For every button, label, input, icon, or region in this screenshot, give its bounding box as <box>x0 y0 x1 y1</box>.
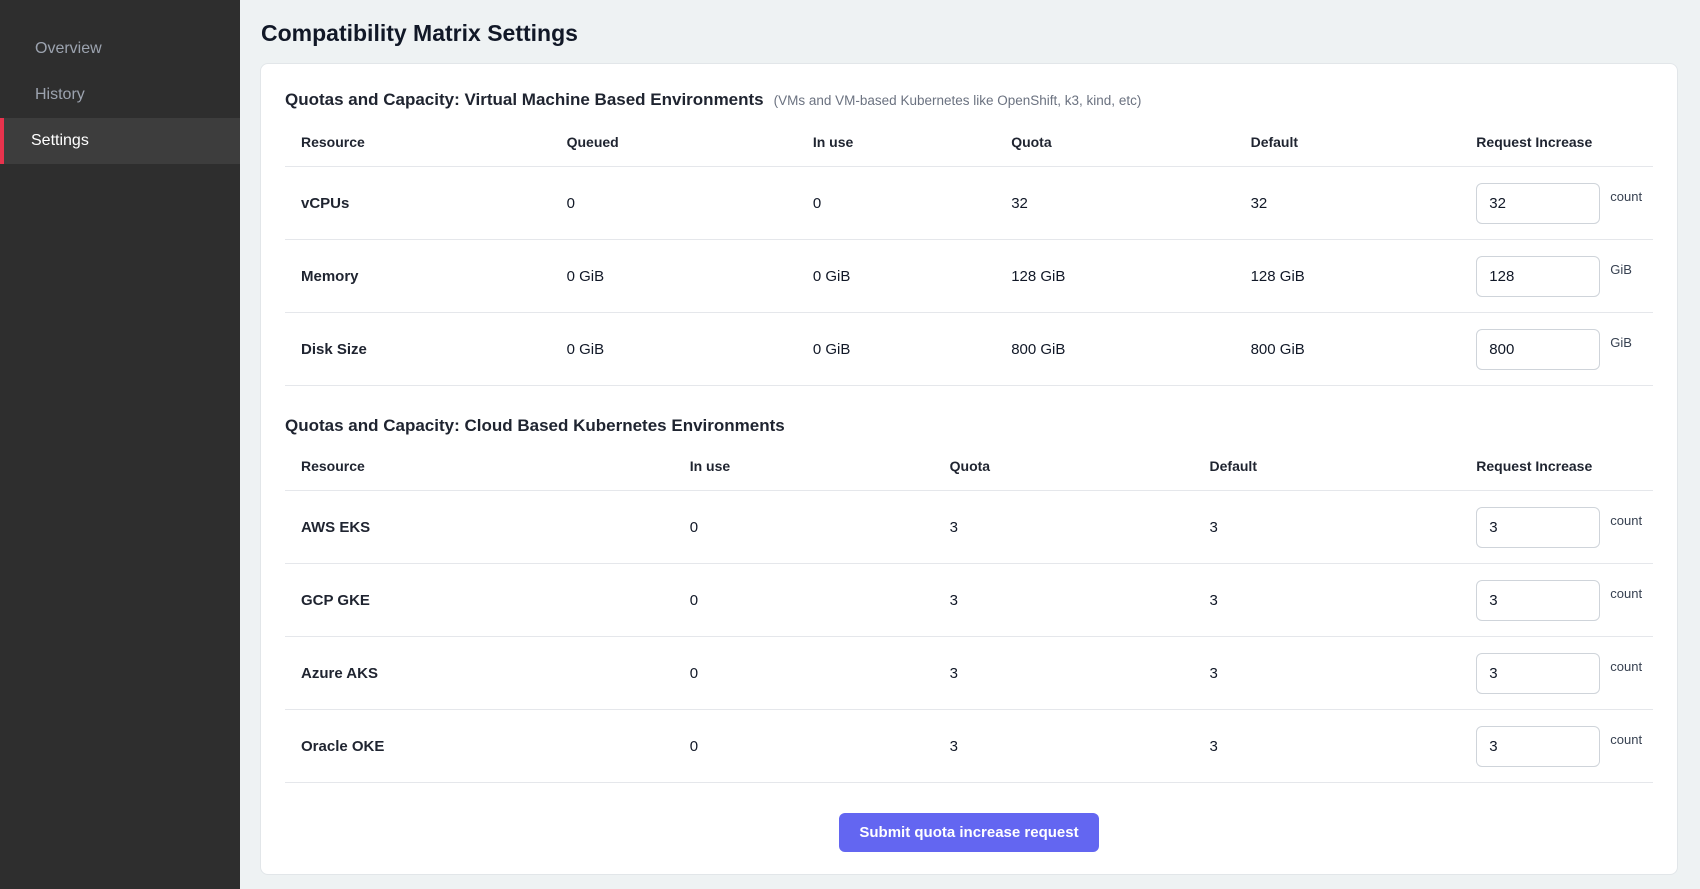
quota-value: 3 <box>942 637 1202 710</box>
k8s-section-title: Quotas and Capacity: Cloud Based Kuberne… <box>285 416 785 436</box>
column-header-quota: Quota <box>942 448 1202 491</box>
default-value: 3 <box>1202 491 1469 564</box>
resource-name: AWS EKS <box>285 491 682 564</box>
request-increase-cell: GiB <box>1468 313 1653 386</box>
in-use-value: 0 <box>682 564 942 637</box>
oracle-oke-request-input[interactable] <box>1476 726 1600 767</box>
main-content: Compatibility Matrix Settings Quotas and… <box>240 0 1700 889</box>
request-increase-cell: count <box>1468 710 1653 783</box>
resource-name: Azure AKS <box>285 637 682 710</box>
table-row-disk-size: Disk Size 0 GiB 0 GiB 800 GiB 800 GiB Gi… <box>285 313 1653 386</box>
column-header-in-use: In use <box>805 124 1003 167</box>
queued-value: 0 GiB <box>559 313 805 386</box>
table-row-memory: Memory 0 GiB 0 GiB 128 GiB 128 GiB GiB <box>285 240 1653 313</box>
sidebar-item-history[interactable]: History <box>0 72 240 118</box>
request-increase-cell: count <box>1468 167 1653 240</box>
default-value: 3 <box>1202 710 1469 783</box>
vm-section-subtitle: (VMs and VM-based Kubernetes like OpenSh… <box>774 93 1142 108</box>
in-use-value: 0 <box>805 167 1003 240</box>
column-header-default: Default <box>1243 124 1469 167</box>
sidebar-item-settings[interactable]: Settings <box>0 118 240 164</box>
in-use-value: 0 <box>682 710 942 783</box>
in-use-value: 0 <box>682 491 942 564</box>
default-value: 128 GiB <box>1243 240 1469 313</box>
unit-label: count <box>1610 513 1642 528</box>
page-title: Compatibility Matrix Settings <box>261 20 1678 47</box>
k8s-section-header: Quotas and Capacity: Cloud Based Kuberne… <box>285 416 1653 436</box>
vm-table-header-row: Resource Queued In use Quota Default Req… <box>285 124 1653 167</box>
default-value: 800 GiB <box>1243 313 1469 386</box>
request-increase-cell: GiB <box>1468 240 1653 313</box>
column-header-quota: Quota <box>1003 124 1242 167</box>
resource-name: GCP GKE <box>285 564 682 637</box>
submit-button-row: Submit quota increase request <box>285 813 1653 852</box>
resource-name: Oracle OKE <box>285 710 682 783</box>
aws-eks-request-input[interactable] <box>1476 507 1600 548</box>
unit-label: GiB <box>1610 335 1632 350</box>
quota-settings-card: Quotas and Capacity: Virtual Machine Bas… <box>260 63 1678 875</box>
memory-request-input[interactable] <box>1476 256 1600 297</box>
quota-value: 800 GiB <box>1003 313 1242 386</box>
vm-section-header: Quotas and Capacity: Virtual Machine Bas… <box>285 90 1653 110</box>
queued-value: 0 <box>559 167 805 240</box>
resource-name: Memory <box>285 240 559 313</box>
unit-label: count <box>1610 659 1642 674</box>
table-row-oracle-oke: Oracle OKE 0 3 3 count <box>285 710 1653 783</box>
resource-name: Disk Size <box>285 313 559 386</box>
quota-value: 32 <box>1003 167 1242 240</box>
table-row-aws-eks: AWS EKS 0 3 3 count <box>285 491 1653 564</box>
vm-quota-table: Resource Queued In use Quota Default Req… <box>285 124 1653 386</box>
unit-label: count <box>1610 586 1642 601</box>
app-window: Overview History Settings Compatibility … <box>0 0 1700 889</box>
in-use-value: 0 GiB <box>805 313 1003 386</box>
column-header-default: Default <box>1202 448 1469 491</box>
request-increase-cell: count <box>1468 637 1653 710</box>
azure-aks-request-input[interactable] <box>1476 653 1600 694</box>
column-header-resource: Resource <box>285 124 559 167</box>
request-increase-cell: count <box>1468 491 1653 564</box>
column-header-in-use: In use <box>682 448 942 491</box>
sidebar-item-overview[interactable]: Overview <box>0 26 240 72</box>
disk-size-request-input[interactable] <box>1476 329 1600 370</box>
quota-value: 128 GiB <box>1003 240 1242 313</box>
in-use-value: 0 <box>682 637 942 710</box>
table-row-gcp-gke: GCP GKE 0 3 3 count <box>285 564 1653 637</box>
column-header-resource: Resource <box>285 448 682 491</box>
gcp-gke-request-input[interactable] <box>1476 580 1600 621</box>
resource-name: vCPUs <box>285 167 559 240</box>
quota-value: 3 <box>942 564 1202 637</box>
unit-label: GiB <box>1610 262 1632 277</box>
column-header-request-increase: Request Increase <box>1468 448 1653 491</box>
unit-label: count <box>1610 189 1642 204</box>
queued-value: 0 GiB <box>559 240 805 313</box>
quota-value: 3 <box>942 710 1202 783</box>
table-row-azure-aks: Azure AKS 0 3 3 count <box>285 637 1653 710</box>
column-header-queued: Queued <box>559 124 805 167</box>
table-row-vcpus: vCPUs 0 0 32 32 count <box>285 167 1653 240</box>
in-use-value: 0 GiB <box>805 240 1003 313</box>
k8s-table-header-row: Resource In use Quota Default Request In… <box>285 448 1653 491</box>
column-header-request-increase: Request Increase <box>1468 124 1653 167</box>
default-value: 3 <box>1202 637 1469 710</box>
request-increase-cell: count <box>1468 564 1653 637</box>
unit-label: count <box>1610 732 1642 747</box>
vm-section-title: Quotas and Capacity: Virtual Machine Bas… <box>285 90 764 110</box>
default-value: 32 <box>1243 167 1469 240</box>
k8s-quota-table: Resource In use Quota Default Request In… <box>285 448 1653 783</box>
vcpus-request-input[interactable] <box>1476 183 1600 224</box>
default-value: 3 <box>1202 564 1469 637</box>
sidebar: Overview History Settings <box>0 0 240 889</box>
submit-quota-increase-button[interactable]: Submit quota increase request <box>839 813 1098 852</box>
quota-value: 3 <box>942 491 1202 564</box>
